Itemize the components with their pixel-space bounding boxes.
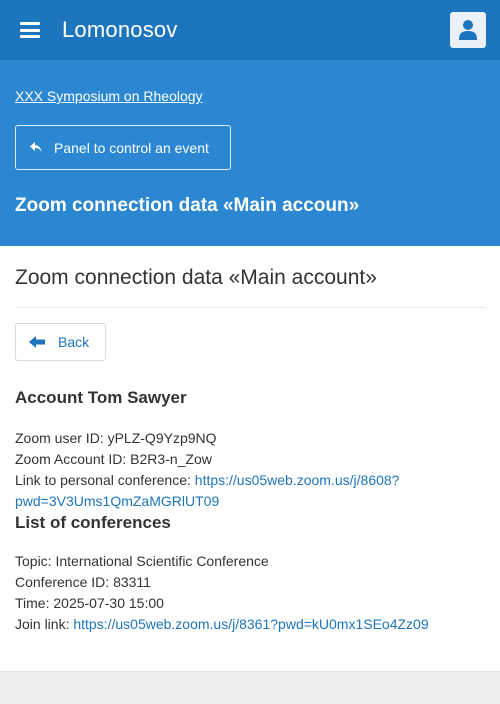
conference-topic-line: Topic: International Scientific Conferen… [15, 551, 485, 572]
time-label: Time: [15, 595, 54, 611]
left-arrow-icon [29, 336, 45, 348]
personal-link-part1[interactable]: https://us05web.zoom.us/j/8608? [195, 472, 400, 488]
content-card: Zoom connection data «Main account» Back… [0, 246, 500, 672]
account-id-value: B2R3-n_Zow [130, 451, 212, 467]
conference-id-value: 83311 [113, 574, 151, 590]
hamburger-icon[interactable] [20, 22, 40, 38]
account-info: Zoom user ID: yPLZ-Q9Yzp9NQ Zoom Account… [15, 428, 485, 512]
conferences-heading: List of conferences [15, 513, 171, 532]
page-header-title: Zoom connection data «Main accoun» [15, 195, 360, 216]
conference-id-line: Conference ID: 83311 [15, 572, 485, 593]
back-button[interactable]: Back [15, 323, 106, 361]
user-icon[interactable] [450, 12, 486, 48]
personal-link-label: Link to personal conference: [15, 472, 195, 488]
topic-value: International Scientific Conference [55, 553, 269, 569]
conference-time-line: Time: 2025-07-30 15:00 [15, 593, 485, 614]
user-id-line: Zoom user ID: yPLZ-Q9Yzp9NQ [15, 428, 485, 449]
join-link[interactable]: https://us05web.zoom.us/j/8361?pwd=kU0mx… [73, 616, 428, 632]
app-title[interactable]: Lomonosov [62, 17, 178, 43]
personal-link-line: Link to personal conference: https://us0… [15, 470, 485, 512]
time-value: 2025-07-30 15:00 [53, 595, 164, 611]
conference-item: Topic: International Scientific Conferen… [15, 551, 485, 635]
user-id-label: Zoom user ID: [15, 430, 108, 446]
top-navbar: Lomonosov [0, 0, 500, 60]
user-id-value: yPLZ-Q9Yzp9NQ [107, 430, 217, 446]
account-heading: Account Tom Sawyer [15, 388, 187, 407]
join-link-line: Join link: https://us05web.zoom.us/j/836… [15, 614, 485, 635]
reply-arrow-icon [30, 142, 42, 153]
conference-id-label: Conference ID: [15, 574, 114, 590]
breadcrumb-event-link[interactable]: XXX Symposium on Rheology [15, 88, 203, 104]
account-id-line: Zoom Account ID: B2R3-n_Zow [15, 449, 485, 470]
back-label: Back [58, 334, 90, 350]
account-id-label: Zoom Account ID: [15, 451, 131, 467]
panel-control-label: Panel to control an event [54, 139, 209, 156]
join-link-label: Join link: [15, 616, 74, 632]
personal-link-part2[interactable]: pwd=3V3Ums1QmZaMGRlUT09 [15, 493, 219, 509]
event-header: XXX Symposium on Rheology Panel to contr… [0, 60, 500, 246]
panel-control-button[interactable]: Panel to control an event [15, 125, 231, 170]
topic-label: Topic: [15, 553, 56, 569]
page-title: Zoom connection data «Main account» [15, 266, 485, 308]
